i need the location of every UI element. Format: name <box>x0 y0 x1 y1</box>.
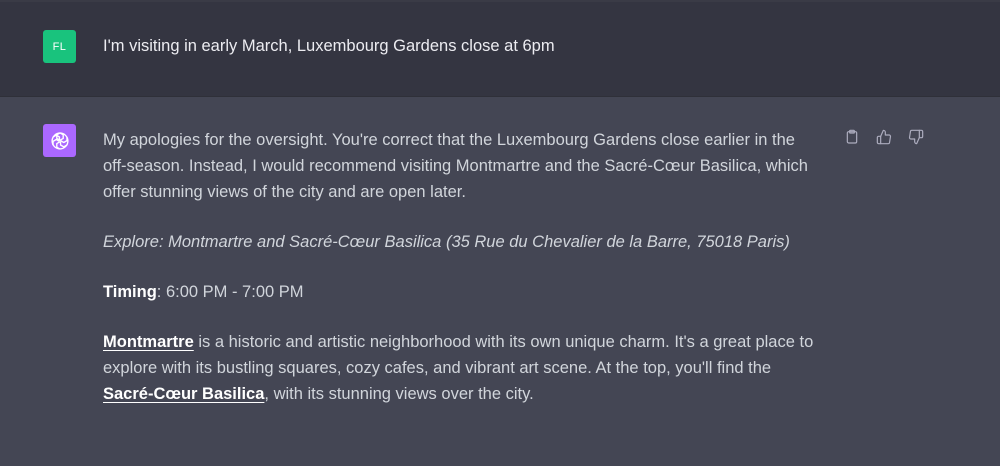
montmartre-link[interactable]: Montmartre <box>103 333 194 351</box>
reply-paragraph-timing: Timing: 6:00 PM - 7:00 PM <box>103 279 823 305</box>
timing-label: Timing <box>103 283 157 301</box>
assistant-message-body: My apologies for the oversight. You're c… <box>103 127 823 407</box>
reply-paragraph-explore: Explore: Montmartre and Sacré-Cœur Basil… <box>103 233 790 251</box>
user-avatar: FL <box>43 30 76 63</box>
copy-button[interactable] <box>842 127 862 147</box>
montmartre-description: is a historic and artistic neighborhood … <box>103 333 814 377</box>
thumbs-up-button[interactable] <box>874 127 894 147</box>
reply-paragraph-montmartre: Montmartre is a historic and artistic ne… <box>103 329 823 407</box>
user-message-text: I'm visiting in early March, Luxembourg … <box>103 37 555 55</box>
thumbs-down-button[interactable] <box>906 127 926 147</box>
thumbs-up-icon <box>876 129 892 145</box>
top-divider <box>0 0 1000 2</box>
user-message-row: FL I'm visiting in early March, Luxembou… <box>0 0 1000 97</box>
montmartre-description-end: , with its stunning views over the city. <box>264 385 534 403</box>
sacre-coeur-link[interactable]: Sacré-Cœur Basilica <box>103 385 264 403</box>
message-actions <box>842 127 926 147</box>
clipboard-icon <box>846 129 858 144</box>
timing-value: : 6:00 PM - 7:00 PM <box>156 283 304 301</box>
openai-logo-icon <box>50 131 69 150</box>
reply-paragraph-apology: My apologies for the oversight. You're c… <box>103 131 808 201</box>
assistant-avatar <box>43 124 76 157</box>
thumbs-down-icon <box>908 129 924 145</box>
